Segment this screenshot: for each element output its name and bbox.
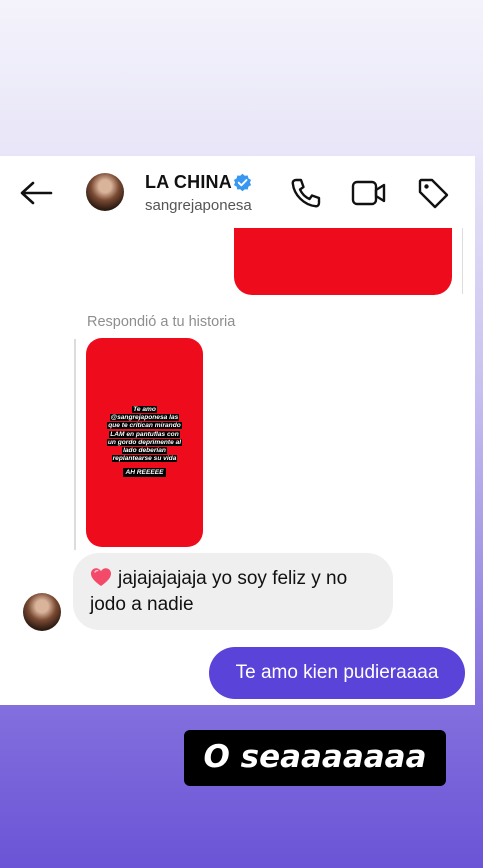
story-sticker: AH REEEEE xyxy=(86,468,203,477)
tag-icon[interactable] xyxy=(416,176,450,210)
contact-handle: sangrejaponesa xyxy=(145,197,252,214)
outgoing-message-bubble[interactable]: Te amo kien pudieraaaa xyxy=(209,647,465,699)
chat-header: LA CHINA sangrejaponesa xyxy=(0,156,475,228)
story-line: que te critican mirando xyxy=(107,422,182,430)
story-sticker-text: AH REEEEE xyxy=(123,468,166,477)
contact-name[interactable]: LA CHINA xyxy=(145,172,232,193)
quote-line xyxy=(462,228,463,294)
incoming-message-bubble[interactable]: jajajajajaja yo soy feliz y no jodo a na… xyxy=(73,553,393,630)
sender-avatar[interactable] xyxy=(23,593,61,631)
verified-icon xyxy=(233,173,252,192)
back-arrow-icon[interactable] xyxy=(18,178,54,208)
replied-to-story-label: Respondió a tu historia xyxy=(87,314,236,330)
story-text: Te amo @sangrejaponesa las que te critic… xyxy=(92,406,197,463)
phone-icon[interactable] xyxy=(289,176,323,210)
video-call-icon[interactable] xyxy=(351,178,387,208)
caption-text: O seaaaaaaa xyxy=(203,739,427,775)
story-line: @sangrejaponesa las xyxy=(109,414,180,422)
previous-story-reply[interactable] xyxy=(234,228,452,295)
story-thumbnail[interactable]: Te amo @sangrejaponesa las que te critic… xyxy=(86,338,203,547)
reply-quote-bar xyxy=(74,339,76,550)
contact-avatar[interactable] xyxy=(86,173,124,211)
incoming-message-text: jajajajajaja yo soy feliz y no jodo a na… xyxy=(90,568,348,615)
story-line: lado deberían xyxy=(122,447,167,455)
story-line: replantearse su vida xyxy=(111,455,178,463)
outgoing-message-text: Te amo kien pudieraaaa xyxy=(235,662,439,683)
story-line: Te amo xyxy=(132,406,157,413)
story-line: LAM en pantuflas con xyxy=(109,430,180,438)
story-line: un gordo deprimente al xyxy=(106,438,183,446)
story-caption: O seaaaaaaa xyxy=(184,730,446,786)
dm-screenshot: LA CHINA sangrejaponesa Respondió a tu h… xyxy=(0,156,475,705)
